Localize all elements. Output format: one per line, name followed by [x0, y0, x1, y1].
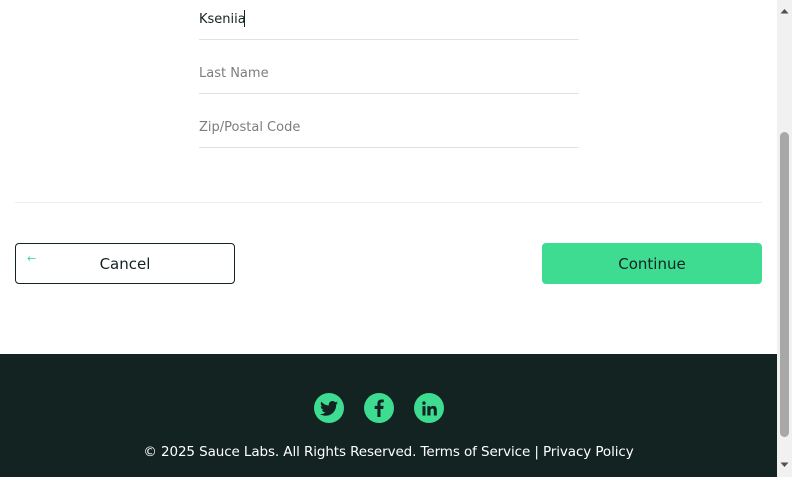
- linkedin-icon: [421, 400, 437, 416]
- facebook-link[interactable]: [364, 393, 394, 423]
- linkedin-link[interactable]: [414, 393, 444, 423]
- last-name-field-wrapper: [199, 54, 579, 94]
- twitter-link[interactable]: [314, 393, 344, 423]
- zip-postal-code-input[interactable]: [199, 108, 579, 146]
- back-arrow-icon: ←: [27, 252, 37, 265]
- continue-button[interactable]: Continue: [542, 243, 762, 284]
- continue-button-label: Continue: [618, 254, 686, 273]
- first-name-input[interactable]: [199, 0, 579, 38]
- vertical-scrollbar[interactable]: [777, 0, 792, 477]
- zip-field-wrapper: [199, 108, 579, 148]
- checkout-page: ← Cancel Continue © 2025 Sauce Labs. All…: [0, 0, 777, 477]
- scroll-up-arrow-icon[interactable]: [780, 7, 789, 15]
- cancel-button-label: Cancel: [99, 254, 151, 273]
- cancel-button[interactable]: ← Cancel: [15, 243, 235, 284]
- facebook-icon: [374, 399, 384, 417]
- footer: © 2025 Sauce Labs. All Rights Reserved. …: [0, 354, 777, 477]
- scrollbar-thumb[interactable]: [780, 132, 789, 437]
- last-name-input[interactable]: [199, 54, 579, 92]
- section-divider: [15, 202, 762, 203]
- scroll-down-arrow-icon[interactable]: [780, 461, 789, 469]
- first-name-field-wrapper: [199, 0, 579, 40]
- text-caret: [244, 10, 245, 27]
- copyright-text: © 2025 Sauce Labs. All Rights Reserved. …: [143, 444, 634, 460]
- twitter-icon: [320, 400, 338, 416]
